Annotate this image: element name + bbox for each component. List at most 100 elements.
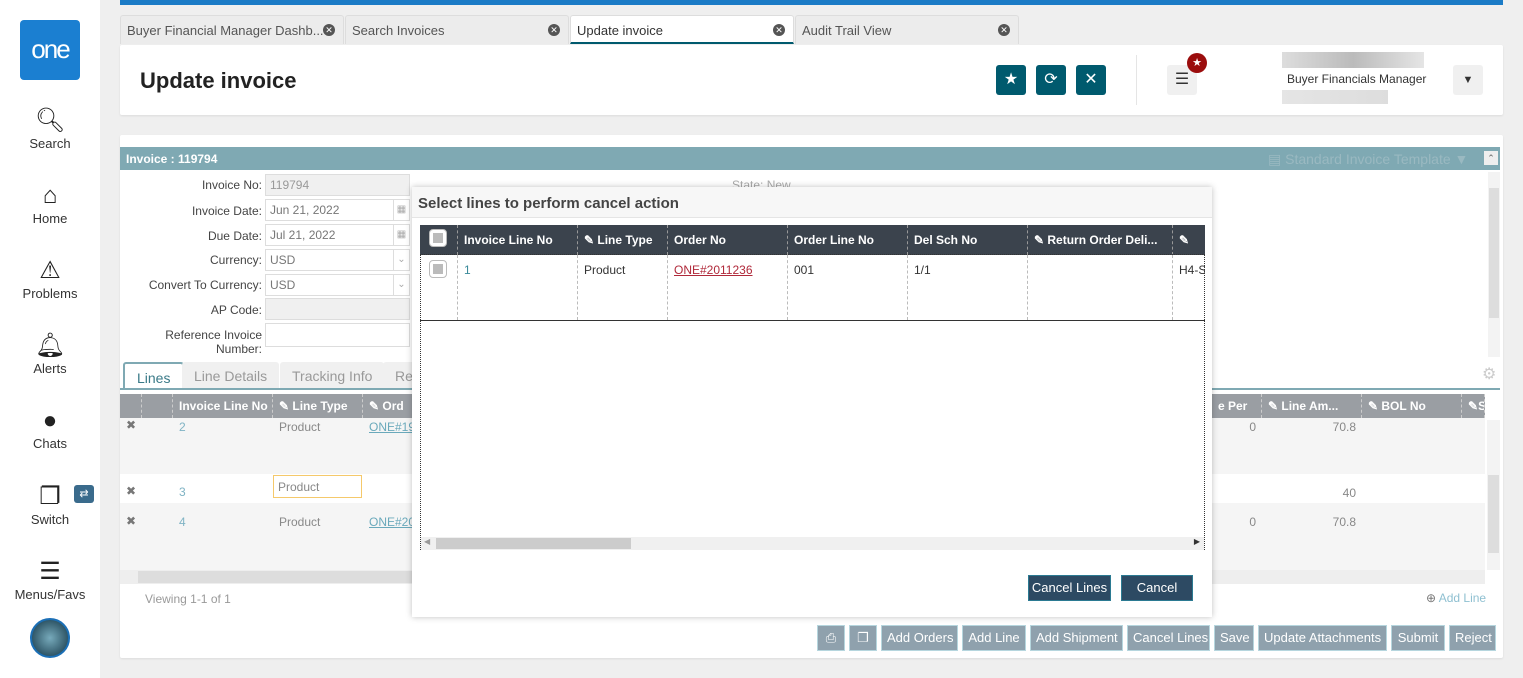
warning-icon: ⚠ (39, 257, 61, 284)
row-select-cell (420, 255, 458, 320)
tab-dashboard[interactable]: Buyer Financial Manager Dashb... ✕ (120, 15, 344, 44)
reject-button[interactable]: Reject (1449, 625, 1496, 651)
delete-row-icon[interactable]: ✖ (120, 480, 142, 502)
delete-row-icon[interactable]: ✖ (120, 510, 142, 532)
chevron-down-icon: ⌄ (393, 275, 409, 295)
invoice-no-label: Invoice No: (201, 178, 262, 192)
sidebar-item-search[interactable]: 🔍︎ Search (0, 108, 100, 152)
grid-header-line-type[interactable]: ✎ Line Type (273, 394, 363, 418)
user-dropdown-chevron-icon[interactable]: ▼ (1453, 65, 1483, 95)
update-attachments-button[interactable]: Update Attachments (1258, 625, 1387, 651)
calendar-icon[interactable]: ▦ (393, 225, 409, 245)
order-link[interactable]: ONE#2011236 (674, 263, 753, 277)
form-scrollbar[interactable] (1488, 172, 1500, 357)
col-del-sch-no[interactable]: Del Sch No (908, 225, 1028, 255)
confirm-cancel-lines-button[interactable]: Cancel Lines (1028, 575, 1111, 601)
close-tab-icon[interactable]: ✕ (998, 24, 1010, 36)
settings-gear-icon[interactable]: ⚙ (1482, 364, 1496, 384)
tab-line-details[interactable]: Line Details (182, 362, 280, 389)
select-all-checkbox[interactable] (429, 229, 447, 247)
save-button[interactable]: Save (1214, 625, 1254, 651)
col-return-order[interactable]: ✎ Return Order Deli... (1028, 225, 1173, 255)
close-tab-icon[interactable]: ✕ (548, 24, 560, 36)
dialog-cancel-button[interactable]: Cancel (1121, 575, 1193, 601)
invoice-title-bar: Invoice : 119794 ▤ Standard Invoice Temp… (120, 147, 1500, 170)
refresh-button[interactable]: ⟳ (1036, 65, 1066, 95)
tab-update-invoice[interactable]: Update invoice ✕ (570, 15, 794, 44)
blurred-org (1282, 90, 1388, 104)
print-button[interactable]: ⎙ (817, 625, 845, 651)
ap-code-label: AP Code: (210, 303, 262, 317)
chat-icon: ● (42, 407, 58, 434)
bell-icon: 🔔︎ (34, 332, 66, 359)
close-tab-icon[interactable]: ✕ (323, 24, 335, 36)
sidebar-item-chats[interactable]: ● Chats (0, 407, 100, 452)
grid-header-line-no[interactable]: Invoice Line No (173, 394, 273, 418)
add-line-link[interactable]: ⊕ Add Line (1426, 591, 1486, 605)
swap-icon[interactable]: ⇄ (74, 485, 94, 503)
sidebar: one 🔍︎ Search ⌂ Home ⚠ Problems 🔔︎ Alerts ● C… (0, 0, 100, 678)
grid-header-sa[interactable]: ✎SA (1462, 394, 1485, 418)
top-accent-bar (120, 0, 1503, 5)
blurred-username (1282, 52, 1424, 68)
ap-code-field (265, 298, 410, 320)
pagination-info: Viewing 1-1 of 1 (145, 592, 231, 606)
close-tab-icon[interactable]: ✕ (773, 24, 785, 36)
tab-search-invoices[interactable]: Search Invoices ✕ (345, 15, 569, 44)
col-invoice-line-no[interactable]: Invoice Line No (458, 225, 578, 255)
tab-lines[interactable]: Lines (123, 362, 185, 389)
add-orders-button[interactable]: Add Orders (881, 625, 958, 651)
grid-header-per[interactable]: e Per (1212, 394, 1262, 418)
invoice-date-field[interactable]: Jun 21, 2022 ▦ (265, 199, 410, 221)
add-shipment-button[interactable]: Add Shipment (1030, 625, 1123, 651)
col-line-type[interactable]: ✎ Line Type (578, 225, 668, 255)
user-role: Buyer Financials Manager (1287, 72, 1427, 86)
submit-button[interactable]: Submit (1391, 625, 1445, 651)
add-line-button[interactable]: Add Line (962, 625, 1026, 651)
line-type-input[interactable]: Product (273, 475, 362, 498)
avatar[interactable] (30, 618, 70, 658)
sidebar-item-alerts[interactable]: 🔔︎ Alerts (0, 332, 100, 377)
reference-invoice-label: Reference Invoice Number: (165, 328, 262, 356)
select-all-cell (420, 225, 458, 255)
dialog-title: Select lines to perform cancel action (418, 195, 679, 212)
order-link[interactable]: ONE#20 (363, 511, 413, 533)
grid-header-line-amount[interactable]: ✎ Line Am... (1262, 394, 1362, 418)
grid-header-bol-no[interactable]: ✎ BOL No (1362, 394, 1462, 418)
sidebar-item-problems[interactable]: ⚠ Problems (0, 257, 100, 302)
grid-header-cell (142, 394, 173, 418)
home-icon: ⌂ (42, 182, 58, 209)
grid-header-order[interactable]: ✎ Ord (363, 394, 413, 418)
page-title: Update invoice (140, 68, 297, 93)
order-link[interactable]: ONE#19 (363, 416, 413, 438)
plus-circle-icon: ⊕ (1426, 591, 1437, 605)
col-order-line-no[interactable]: Order Line No (788, 225, 908, 255)
close-button[interactable]: ✕ (1076, 65, 1106, 95)
col-order-no[interactable]: Order No (668, 225, 788, 255)
due-date-field[interactable]: Jul 21, 2022 ▦ (265, 224, 410, 246)
grid-vertical-scrollbar[interactable] (1487, 420, 1500, 570)
dialog-horizontal-scrollbar[interactable]: ◀ ▶ (421, 537, 1204, 550)
cancel-lines-button[interactable]: Cancel Lines (1127, 625, 1210, 651)
col-next[interactable]: ✎ (1173, 225, 1205, 255)
reference-invoice-field[interactable] (265, 323, 410, 347)
currency-select[interactable]: USD ⌄ (265, 249, 410, 271)
convert-currency-select[interactable]: USD ⌄ (265, 274, 410, 296)
page-header: Update invoice ☰ ★ Buyer Financials Mana… (120, 45, 1503, 115)
delete-row-icon[interactable]: ✖ (120, 414, 142, 436)
currency-label: Currency: (209, 253, 262, 267)
one-logo[interactable]: one (20, 20, 80, 80)
tab-audit-trail[interactable]: Audit Trail View ✕ (795, 15, 1019, 44)
row-checkbox[interactable] (429, 260, 447, 278)
due-date-label: Due Date: (207, 229, 262, 243)
collapse-icon[interactable]: ⌃ (1484, 151, 1498, 165)
chevron-down-icon: ⌄ (393, 250, 409, 270)
tab-tracking-info[interactable]: Tracking Info (280, 362, 385, 389)
template-selector[interactable]: ▤ Standard Invoice Template ▼ (1268, 151, 1468, 168)
divider (1136, 55, 1137, 105)
calendar-icon[interactable]: ▦ (393, 200, 409, 220)
sidebar-item-menus[interactable]: ☰ Menus/Favs (0, 559, 100, 603)
sidebar-item-home[interactable]: ⌂ Home (0, 182, 100, 227)
favorite-button[interactable]: ★ (996, 65, 1026, 95)
copy-button[interactable]: ❐ (849, 625, 877, 651)
